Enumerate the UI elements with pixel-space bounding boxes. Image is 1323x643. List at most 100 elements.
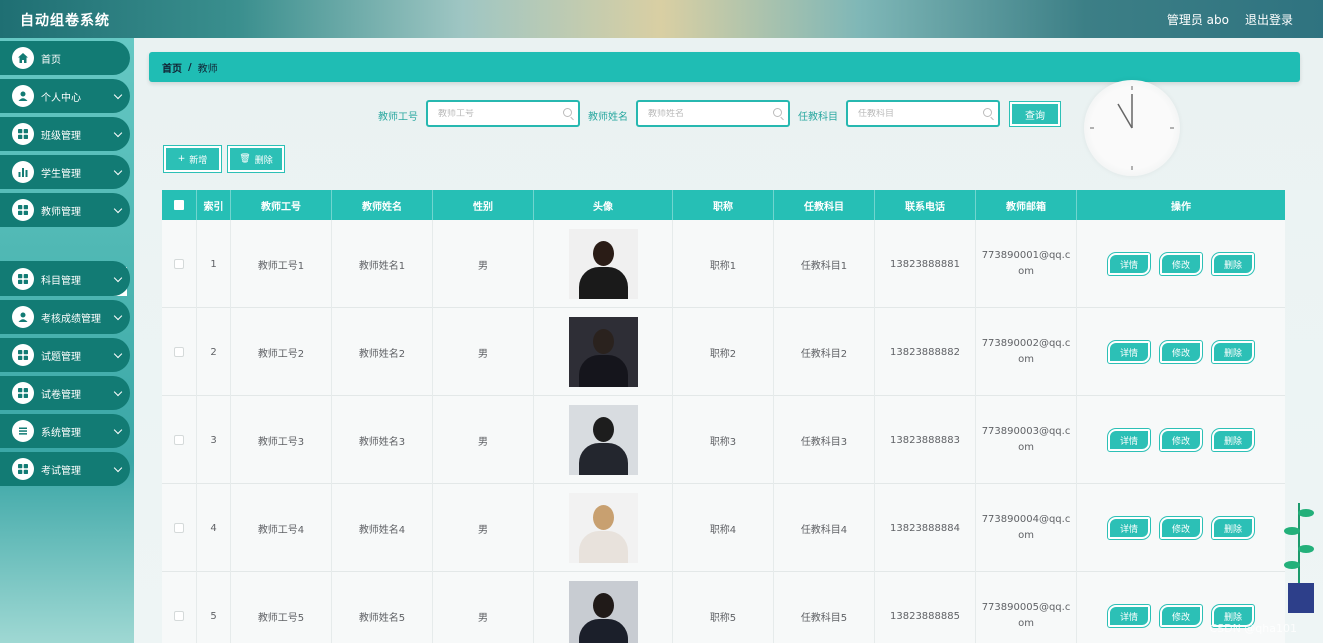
edit-button[interactable]: 修改 (1160, 341, 1202, 363)
top-bar: 自动组卷系统 管理员 abo 退出登录 (0, 0, 1323, 38)
sidebar-item-exam-management[interactable]: 考试管理 (0, 452, 130, 486)
sidebar-item-student-management[interactable]: 学生管理 (0, 155, 130, 189)
delete-button[interactable]: 🗑 删除 (228, 146, 284, 172)
teacher-id: 教师工号2 (231, 308, 332, 396)
gender: 男 (433, 220, 534, 308)
row-delete-button[interactable]: 删除 (1212, 341, 1254, 363)
home-icon (12, 47, 34, 69)
email-cell: 773890005@qq.c om (976, 572, 1077, 643)
search-id-field[interactable] (426, 100, 580, 127)
search-icon (563, 108, 572, 117)
table-row: 4 教师工号4 教师姓名4 男 职称4 任教科目4 13823888884 773890004… (162, 484, 1285, 572)
row-index: 2 (197, 308, 231, 396)
subject: 任教科目5 (774, 572, 875, 643)
edit-button[interactable]: 修改 (1160, 429, 1202, 451)
user-icon (12, 85, 34, 107)
bar-chart-icon (12, 161, 34, 183)
sidebar: 首页 个人中心 班级管理 学生管理 教师管理 教师 科目管理 (0, 38, 134, 643)
gender: 男 (433, 484, 534, 572)
chevron-down-icon (113, 349, 123, 359)
chevron-down-icon (113, 387, 123, 397)
sidebar-item-label: 个人中心 (41, 92, 81, 104)
row-checkbox[interactable] (174, 523, 184, 533)
select-cell (162, 484, 197, 572)
chevron-down-icon (113, 90, 123, 100)
avatar (568, 581, 638, 643)
search-name-input[interactable] (648, 108, 768, 119)
chevron-down-icon (113, 463, 123, 473)
column-header: 操作 (1171, 201, 1191, 213)
avatar (568, 229, 638, 299)
chevron-down-icon (113, 204, 123, 214)
subject: 任教科目2 (774, 308, 875, 396)
row-checkbox[interactable] (174, 347, 184, 357)
teacher-id: 教师工号1 (231, 220, 332, 308)
row-delete-button[interactable]: 删除 (1212, 253, 1254, 275)
row-checkbox[interactable] (174, 435, 184, 445)
table-row: 2 教师工号2 教师姓名2 男 职称2 任教科目2 13823888882 773890002… (162, 308, 1285, 396)
phone: 13823888882 (875, 308, 976, 396)
actions-cell: 详情 修改 删除 (1077, 396, 1285, 484)
sidebar-item-score-management[interactable]: 考核成绩管理 (0, 300, 130, 334)
avatar-cell (534, 308, 673, 396)
edit-button[interactable]: 修改 (1160, 605, 1202, 627)
chevron-down-icon (113, 311, 123, 321)
detail-button[interactable]: 详情 (1108, 429, 1150, 451)
detail-button[interactable]: 详情 (1108, 253, 1150, 275)
sidebar-item-system-management[interactable]: 系统管理 (0, 414, 130, 448)
chevron-down-icon (113, 425, 123, 435)
admin-name[interactable]: 管理员 abo (1167, 11, 1229, 28)
sidebar-item-personal-center[interactable]: 个人中心 (0, 79, 130, 113)
row-checkbox[interactable] (174, 611, 184, 621)
row-checkbox[interactable] (174, 259, 184, 269)
clock-decoration (1084, 80, 1180, 176)
breadcrumb: 首页 / 教师 (149, 52, 1300, 82)
sidebar-item-teacher-management[interactable]: 教师管理 (0, 193, 130, 227)
row-delete-button[interactable]: 删除 (1212, 429, 1254, 451)
chevron-down-icon (113, 128, 123, 138)
detail-button[interactable]: 详情 (1108, 341, 1150, 363)
table-header: 索引 教师工号 教师姓名 性别 头像 职称 任教科目 联系电话 教师邮箱 操作 (162, 190, 1285, 220)
email-cell: 773890002@qq.c om (976, 308, 1077, 396)
teacher-id: 教师工号3 (231, 396, 332, 484)
select-all-checkbox[interactable] (174, 200, 184, 210)
sidebar-item-class-management[interactable]: 班级管理 (0, 117, 130, 151)
sidebar-item-question-management[interactable]: 试题管理 (0, 338, 130, 372)
grid-icon (12, 382, 34, 404)
email-cell: 773890001@qq.c om (976, 220, 1077, 308)
detail-button[interactable]: 详情 (1108, 517, 1150, 539)
row-index: 3 (197, 396, 231, 484)
sidebar-item-label: 系统管理 (41, 427, 81, 439)
search-id-input[interactable] (438, 108, 558, 119)
query-button[interactable]: 查询 (1010, 102, 1060, 126)
phone: 13823888883 (875, 396, 976, 484)
row-index: 1 (197, 220, 231, 308)
select-cell (162, 572, 197, 643)
logout-link[interactable]: 退出登录 (1245, 11, 1293, 28)
column-header: 头像 (534, 190, 673, 220)
sidebar-item-subject-management[interactable]: 科目管理 (0, 262, 130, 296)
trash-icon: 🗑 (239, 154, 251, 164)
add-button[interactable]: + 新增 (164, 146, 221, 172)
user-area: 管理员 abo 退出登录 (1167, 11, 1293, 28)
sidebar-item-home[interactable]: 首页 (0, 41, 130, 75)
teacher-email: 773890003@qq.c om (981, 426, 1071, 453)
app-title: 自动组卷系统 (20, 13, 110, 29)
select-cell (162, 220, 197, 308)
search-name-field[interactable] (636, 100, 790, 127)
column-header: 教师邮箱 (976, 190, 1077, 220)
teacher-id: 教师工号4 (231, 484, 332, 572)
breadcrumb-home[interactable]: 首页 (162, 60, 182, 75)
search-subject-field[interactable] (846, 100, 1000, 127)
detail-button[interactable]: 详情 (1108, 605, 1150, 627)
sidebar-item-label: 教师管理 (41, 206, 81, 218)
avatar-cell (534, 396, 673, 484)
sidebar-item-paper-management[interactable]: 试卷管理 (0, 376, 130, 410)
teacher-name: 教师姓名5 (332, 572, 433, 643)
edit-button[interactable]: 修改 (1160, 253, 1202, 275)
chevron-down-icon (113, 273, 123, 283)
row-delete-button[interactable]: 删除 (1212, 517, 1254, 539)
search-subject-input[interactable] (858, 108, 978, 119)
edit-button[interactable]: 修改 (1160, 517, 1202, 539)
list-icon (12, 420, 34, 442)
